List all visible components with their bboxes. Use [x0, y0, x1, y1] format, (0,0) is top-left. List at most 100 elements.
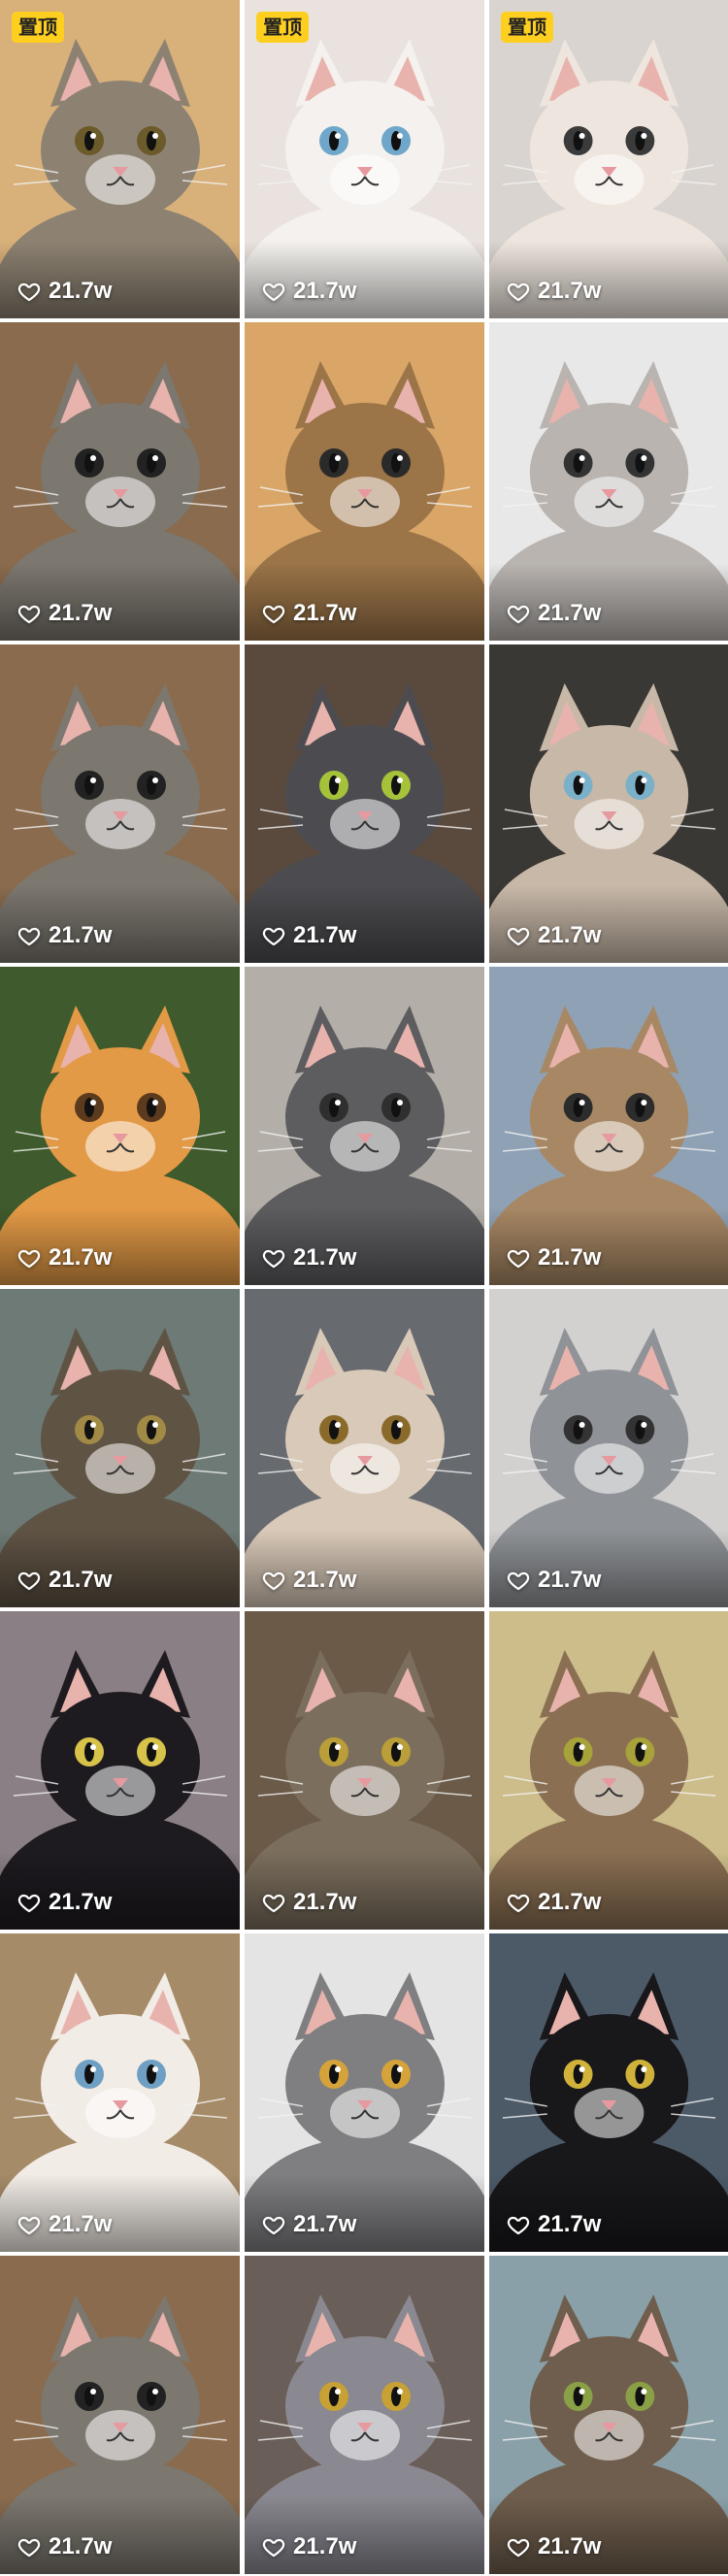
like-count-text: 21.7w [293, 278, 357, 304]
pinned-badge: 置顶 [256, 12, 309, 43]
like-count-text: 21.7w [538, 922, 602, 948]
like-count: 21.7w [262, 922, 356, 949]
like-count: 21.7w [262, 2533, 356, 2560]
pinned-badge: 置顶 [501, 12, 553, 43]
feed-item-5[interactable]: 21.7w [245, 322, 484, 641]
like-count: 21.7w [507, 1244, 601, 1271]
like-count-text: 21.7w [293, 1567, 357, 1593]
feed-item-6[interactable]: 21.7w [489, 322, 728, 641]
feed-item-3[interactable]: 置顶 21.7w [489, 0, 728, 318]
feed-item-20[interactable]: 21.7w [245, 1933, 484, 2252]
like-count: 21.7w [262, 278, 356, 305]
like-count-text: 21.7w [538, 1567, 602, 1593]
like-count: 21.7w [262, 1889, 356, 1916]
like-count: 21.7w [17, 1889, 112, 1916]
heart-icon [507, 2213, 530, 2236]
video-feed-grid: 置顶 21.7w 置顶 21.7w 置顶 21.7w 21.7w 21.7w 2… [0, 0, 728, 2574]
heart-icon [262, 1246, 285, 1270]
feed-item-12[interactable]: 21.7w [489, 967, 728, 1285]
like-count: 21.7w [17, 2533, 112, 2560]
like-count: 21.7w [17, 278, 112, 305]
like-count-text: 21.7w [49, 278, 113, 304]
like-count-text: 21.7w [538, 278, 602, 304]
like-count-text: 21.7w [49, 922, 113, 948]
like-count: 21.7w [17, 600, 112, 627]
like-count-text: 21.7w [293, 1889, 357, 1915]
heart-icon [507, 2535, 530, 2559]
like-count-text: 21.7w [293, 600, 357, 626]
heart-icon [17, 1569, 41, 1592]
heart-icon [17, 924, 41, 947]
heart-icon [17, 2535, 41, 2559]
like-count: 21.7w [262, 1567, 356, 1594]
like-count-text: 21.7w [293, 2211, 357, 2237]
like-count: 21.7w [17, 1244, 112, 1271]
heart-icon [507, 1569, 530, 1592]
heart-icon [17, 602, 41, 625]
feed-item-18[interactable]: 21.7w [489, 1611, 728, 1930]
heart-icon [507, 602, 530, 625]
like-count-text: 21.7w [49, 600, 113, 626]
like-count-text: 21.7w [293, 922, 357, 948]
like-count-text: 21.7w [49, 1567, 113, 1593]
heart-icon [262, 280, 285, 303]
like-count-text: 21.7w [49, 2211, 113, 2237]
heart-icon [17, 1246, 41, 1270]
heart-icon [17, 280, 41, 303]
feed-item-21[interactable]: 21.7w [489, 1933, 728, 2252]
heart-icon [507, 1891, 530, 1914]
like-count: 21.7w [17, 1567, 112, 1594]
like-count-text: 21.7w [538, 2211, 602, 2237]
like-count-text: 21.7w [538, 2533, 602, 2559]
pinned-badge: 置顶 [12, 12, 64, 43]
like-count-text: 21.7w [538, 600, 602, 626]
like-count: 21.7w [17, 2211, 112, 2238]
feed-item-7[interactable]: 21.7w [0, 644, 240, 963]
like-count: 21.7w [262, 600, 356, 627]
feed-item-16[interactable]: 21.7w [0, 1611, 240, 1930]
heart-icon [17, 2213, 41, 2236]
like-count: 21.7w [507, 2211, 601, 2238]
heart-icon [17, 1891, 41, 1914]
heart-icon [262, 1891, 285, 1914]
feed-item-13[interactable]: 21.7w [0, 1289, 240, 1607]
like-count: 21.7w [507, 1889, 601, 1916]
like-count-text: 21.7w [538, 1244, 602, 1271]
feed-item-22[interactable]: 21.7w [0, 2256, 240, 2574]
like-count-text: 21.7w [49, 1244, 113, 1271]
like-count-text: 21.7w [538, 1889, 602, 1915]
like-count-text: 21.7w [293, 1244, 357, 1271]
heart-icon [507, 1246, 530, 1270]
heart-icon [262, 2213, 285, 2236]
feed-item-14[interactable]: 21.7w [245, 1289, 484, 1607]
like-count: 21.7w [262, 2211, 356, 2238]
like-count: 21.7w [507, 922, 601, 949]
feed-item-9[interactable]: 21.7w [489, 644, 728, 963]
heart-icon [507, 924, 530, 947]
feed-item-1[interactable]: 置顶 21.7w [0, 0, 240, 318]
feed-item-8[interactable]: 21.7w [245, 644, 484, 963]
like-count: 21.7w [507, 600, 601, 627]
feed-item-4[interactable]: 21.7w [0, 322, 240, 641]
heart-icon [262, 1569, 285, 1592]
like-count: 21.7w [17, 922, 112, 949]
heart-icon [507, 280, 530, 303]
feed-item-15[interactable]: 21.7w [489, 1289, 728, 1607]
like-count: 21.7w [507, 2533, 601, 2560]
feed-item-17[interactable]: 21.7w [245, 1611, 484, 1930]
feed-item-11[interactable]: 21.7w [245, 967, 484, 1285]
heart-icon [262, 602, 285, 625]
like-count: 21.7w [507, 1567, 601, 1594]
like-count: 21.7w [507, 278, 601, 305]
feed-item-2[interactable]: 置顶 21.7w [245, 0, 484, 318]
feed-item-24[interactable]: 21.7w [489, 2256, 728, 2574]
feed-item-10[interactable]: 21.7w [0, 967, 240, 1285]
heart-icon [262, 924, 285, 947]
heart-icon [262, 2535, 285, 2559]
like-count: 21.7w [262, 1244, 356, 1271]
feed-item-23[interactable]: 21.7w [245, 2256, 484, 2574]
like-count-text: 21.7w [293, 2533, 357, 2559]
feed-item-19[interactable]: 21.7w [0, 1933, 240, 2252]
like-count-text: 21.7w [49, 2533, 113, 2559]
like-count-text: 21.7w [49, 1889, 113, 1915]
